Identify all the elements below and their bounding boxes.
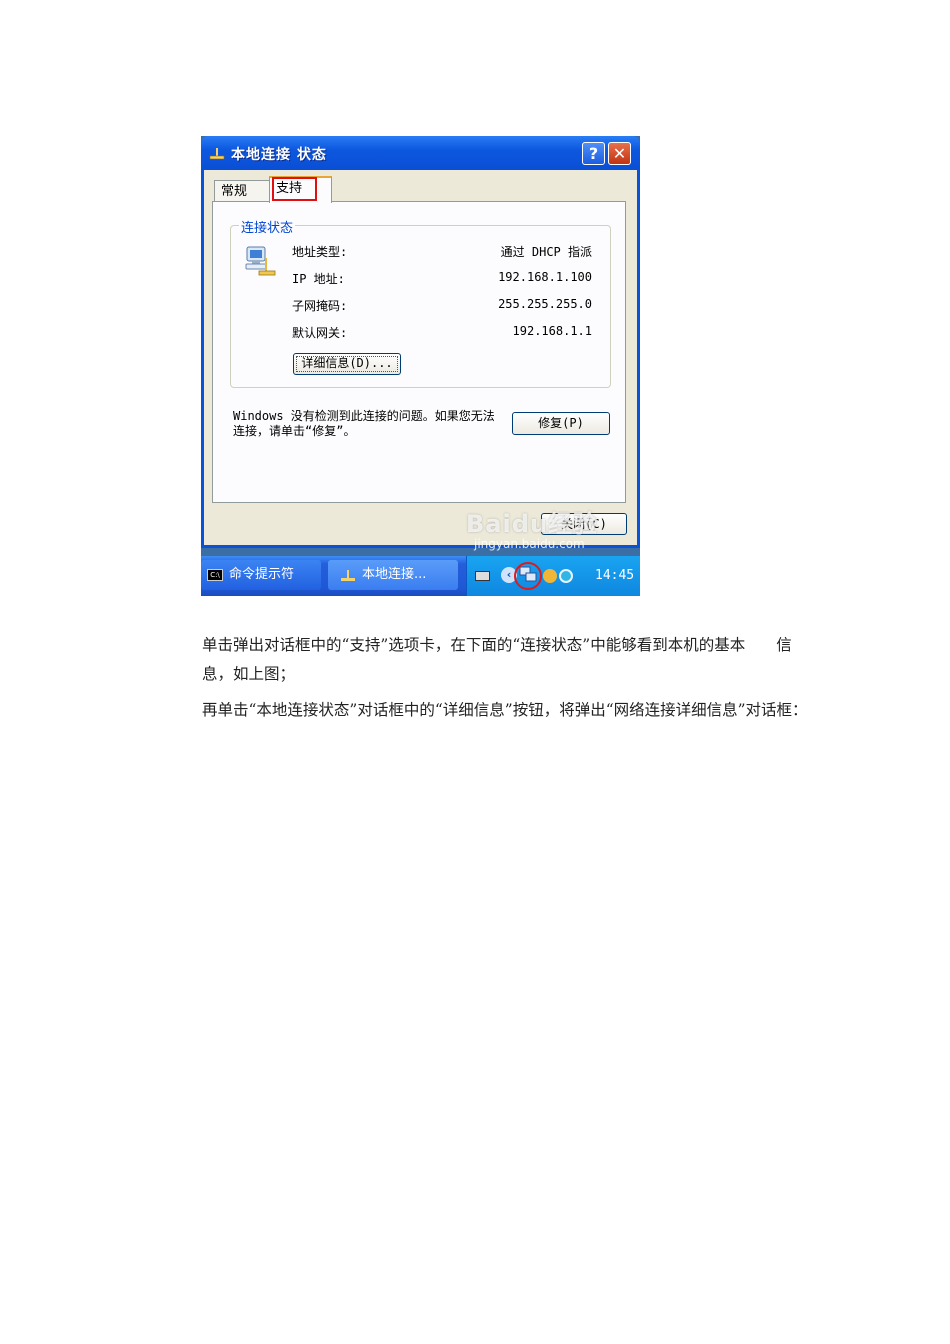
- network-connection-icon: [341, 570, 355, 581]
- subnet-mask-value: 255.255.255.0: [498, 297, 592, 311]
- ip-address-label: IP 地址:: [292, 272, 345, 286]
- group-title: 连接状态: [239, 217, 296, 236]
- tab-panel-support: 连接状态 地址类型: 通过 DHCP 指派 IP 地址: 192.168.1.1…: [212, 201, 626, 503]
- dialog-client-area: 常规 连接状态 地址类型: 通过 DHCP 指派 IP 地址: 192.168.…: [204, 170, 637, 545]
- default-gateway-label: 默认网关:: [292, 326, 348, 340]
- repair-message: Windows 没有检测到此连接的问题。如果您无法连接，请单击“修复”。: [233, 409, 495, 438]
- help-button[interactable]: ?: [582, 142, 605, 165]
- watermark-logo: Baidu经验: [466, 510, 598, 538]
- keyboard-icon[interactable]: [475, 571, 490, 581]
- details-button[interactable]: 详细信息(D)...: [293, 353, 401, 375]
- address-type-label: 地址类型:: [292, 245, 348, 259]
- dialog-title: 本地连接 状态: [231, 147, 327, 163]
- taskbar-item-label: 命令提示符: [229, 567, 295, 582]
- command-prompt-icon: C:\: [207, 569, 223, 581]
- watermark-url: jingyan.baidu.com: [474, 537, 585, 551]
- network-connection-icon: [209, 148, 225, 160]
- paragraph: 单击弹出对话框中的“支持”选项卡，在下面的“连接状态”中能够看到本机的基本 信息…: [202, 635, 792, 683]
- paragraph: 再单击“本地连接状态”对话框中的“详细信息”按钮，将弹出“网络连接详细信息”对话…: [202, 700, 808, 719]
- screenshot: 本地连接 状态 ? ✕ 常规 连接状态 地址类型: 通过 DHCP 指派 IP …: [201, 136, 640, 596]
- messenger-icon[interactable]: [543, 569, 557, 583]
- taskbar-item-command-prompt[interactable]: C:\ 命令提示符: [201, 560, 321, 590]
- watermark: Baidu经验 jingyan.baidu.com: [466, 504, 636, 568]
- ip-address-value: 192.168.1.100: [498, 270, 592, 284]
- local-connection-status-dialog: 本地连接 状态 ? ✕ 常规 连接状态 地址类型: 通过 DHCP 指派 IP …: [201, 136, 640, 548]
- default-gateway-value: 192.168.1.1: [512, 324, 592, 338]
- repair-button[interactable]: 修复(P): [512, 412, 610, 435]
- support-tab-highlight: [272, 177, 317, 201]
- close-window-button[interactable]: ✕: [608, 142, 631, 165]
- network-computer-icon: [245, 246, 276, 276]
- clock: 14:45: [595, 568, 635, 583]
- tray-app-icon[interactable]: [559, 569, 573, 583]
- taskbar-item-label: 本地连接...: [362, 567, 427, 582]
- title-bar[interactable]: 本地连接 状态 ? ✕: [201, 136, 640, 170]
- connection-status-group: 连接状态 地址类型: 通过 DHCP 指派 IP 地址: 192.168.1.1…: [230, 217, 611, 388]
- tab-general[interactable]: 常规: [214, 180, 270, 202]
- address-type-value: 通过 DHCP 指派: [500, 245, 592, 259]
- taskbar-item-local-connection[interactable]: 本地连接...: [328, 560, 458, 590]
- subnet-mask-label: 子网掩码:: [292, 299, 348, 313]
